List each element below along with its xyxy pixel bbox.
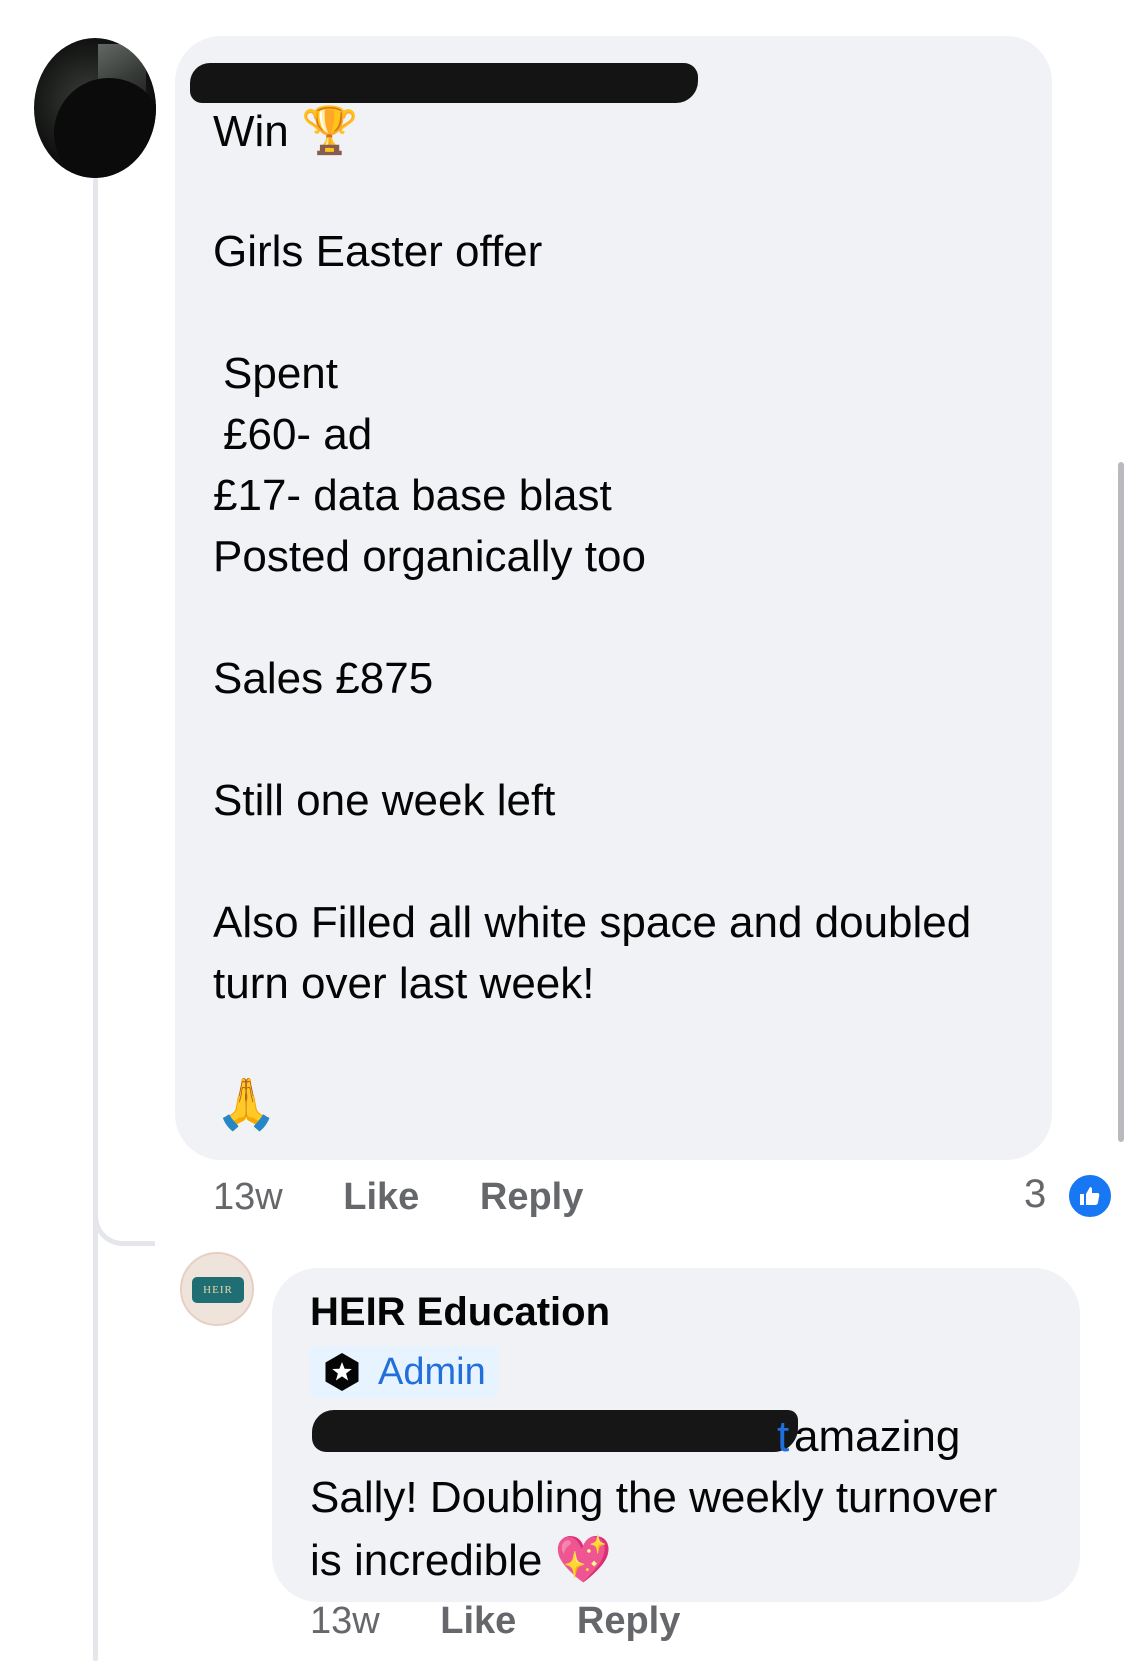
comment-timestamp[interactable]: 13w (213, 1176, 283, 1218)
comment-like-button[interactable]: Like (343, 1176, 419, 1218)
mention-tail[interactable]: t (777, 1407, 789, 1467)
comment-line-win: Win 🏆 (213, 103, 359, 157)
comment-bubble: Win 🏆 Girls Easter offer Spent £60- ad £… (175, 36, 1052, 1160)
reply-actions: 13w Like Reply (310, 1600, 680, 1643)
comment-reply-button[interactable]: Reply (480, 1176, 583, 1218)
reply-line-incredible: is incredible 💖 (310, 1532, 612, 1586)
reply-line-doubling: Sally! Doubling the weekly turnover (310, 1473, 998, 1522)
reply-like-button[interactable]: Like (440, 1600, 516, 1642)
comment-line-also-filled: Also Filled all white space and doubled (213, 898, 972, 947)
admin-label: Admin (378, 1350, 486, 1393)
trophy-icon: 🏆 (301, 103, 359, 157)
comment-line-database: £17- data base blast (213, 471, 612, 520)
thread-branch-connector (93, 1200, 155, 1246)
redacted-author-name (190, 63, 698, 103)
scrollbar[interactable] (1118, 462, 1124, 1142)
reply-timestamp[interactable]: 13w (310, 1600, 380, 1642)
reply-bubble: HEIR Education Admin t amazing Sally! Do… (272, 1268, 1080, 1602)
comment-line-offer: Girls Easter offer (213, 227, 543, 276)
reply-author-name[interactable]: HEIR Education (310, 1290, 610, 1335)
reply-reply-button[interactable]: Reply (577, 1600, 680, 1642)
comment-line-ad: £60- ad (223, 410, 373, 459)
comment-line-posted: Posted organically too (213, 532, 646, 581)
admin-badge: Admin (310, 1346, 498, 1398)
heir-logo: HEIR (192, 1277, 244, 1303)
comment-line-sales: Sales £875 (213, 654, 434, 703)
praying-hands-icon: 🙏 (215, 1075, 278, 1133)
reply-line-amazing: amazing (794, 1412, 961, 1461)
thread-line (93, 178, 98, 1661)
comment-line-spent: Spent (223, 349, 338, 398)
heir-education-avatar[interactable]: HEIR (180, 1252, 254, 1326)
comment-line-week-left: Still one week left (213, 776, 556, 825)
sparkling-heart-icon: 💖 (554, 1532, 612, 1586)
redacted-mention (312, 1410, 798, 1452)
admin-star-icon (325, 1353, 359, 1391)
reaction-count[interactable]: 3 (1024, 1172, 1046, 1217)
comment-actions: 13w Like Reply (213, 1176, 583, 1219)
like-reaction-icon[interactable] (1066, 1172, 1114, 1220)
comment-line-turnover: turn over last week! (213, 959, 595, 1008)
commenter-avatar[interactable] (34, 38, 156, 178)
